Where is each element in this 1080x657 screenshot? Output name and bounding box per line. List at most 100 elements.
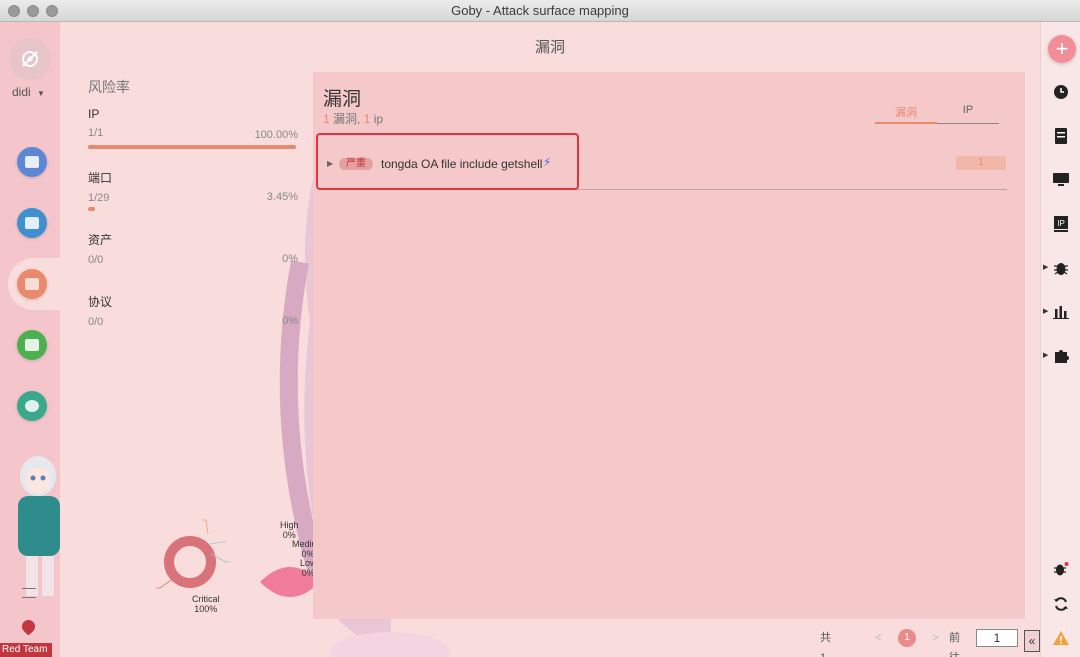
username: didi [12,85,31,99]
refresh-button[interactable] [1049,594,1073,614]
puzzle-icon [25,400,39,412]
document-button[interactable] [1049,126,1073,146]
red-team-badge: Red Team [0,643,52,657]
critical-leader-line [156,577,175,589]
ip-icon: IP [1054,216,1068,232]
vulnerabilities-icon [25,278,39,290]
risk-item-count: 0/0 [88,254,104,266]
vulnerability-panel: 漏洞 1 漏洞, 1 ip 漏洞 IP ▶ 严重 tongda OA file … [313,72,1025,619]
vulnerability-row[interactable]: ▶ 严重 tongda OA file include getshell ⚡ 1 [323,150,1007,190]
page-number-button[interactable]: 1 [898,629,916,647]
risk-item-protocol: 协议 0/0 0% [88,293,298,339]
affected-count: 1 [956,156,1006,170]
tab-ip[interactable]: IP [937,104,999,124]
panel-summary: 1 漏洞, 1 ip [323,110,383,127]
panel-tabs: 漏洞 IP [875,104,999,124]
ip-button[interactable]: IP [1049,214,1073,234]
nav-assets-button[interactable] [17,208,47,238]
stats-button[interactable] [1049,302,1073,322]
high-leader-line [202,519,209,535]
svg-text:IP: IP [1057,219,1065,228]
refresh-icon [1054,597,1068,611]
exploit-bolt-icon[interactable]: ⚡ [543,155,551,169]
clock-icon [1054,85,1068,99]
risk-item-pct: 0% [282,315,298,327]
risk-item-name: 资产 [88,233,113,247]
document-icon [1055,128,1067,144]
prev-page-button[interactable]: < [875,628,881,648]
critical-label: Critical [192,594,220,604]
risk-progress-bar [88,145,296,149]
heart-icon [19,617,38,636]
vuln-count: 1 [323,112,330,126]
minimize-window-button[interactable] [27,5,39,17]
medium-leader-line [209,541,226,545]
close-window-button[interactable] [8,5,20,17]
next-page-button[interactable]: > [932,628,938,648]
expand-arrow-icon[interactable]: ▶ [327,159,333,168]
warning-icon [1053,631,1069,645]
assets-icon [25,217,39,229]
risk-item-ip: IP 1/1 100.00% [88,107,298,153]
collapse-panel-button[interactable]: « [1024,630,1040,652]
risk-progress-bar [88,207,96,211]
risk-item-name: 端口 [88,171,113,185]
nav-vulnerabilities-button[interactable] [17,269,47,299]
donut-label-high: High 0% [280,520,299,540]
warning-button[interactable] [1049,628,1073,648]
expand-arrow-icon: ▶ [1043,352,1049,359]
risk-item-pct: 3.45% [266,191,298,203]
expand-arrow-icon: ▶ [1043,308,1049,315]
monitor-icon [1053,173,1069,186]
risk-item-name: IP [88,107,100,121]
severity-donut-chart: High 0% Medium 0% Low 0% Critical 100% [120,490,324,620]
left-sidebar: didi ▼ Red Team [0,22,64,657]
main-content: 漏洞 风险率 IP 1/1 100.00% 端口 1/29 3.45% 资产 0… [60,22,1040,657]
vuln-count-label: 漏洞, [329,112,364,126]
window-title: Goby - Attack surface mapping [451,3,629,18]
chevron-down-icon: ▼ [37,89,45,98]
nav-reports-button[interactable] [17,330,47,360]
tab-vulnerabilities[interactable]: 漏洞 [875,104,937,124]
history-button[interactable] [1049,82,1073,102]
goto-page-input[interactable]: 1 [976,629,1018,647]
monitor-button[interactable] [1049,170,1073,190]
goby-logo-icon [22,51,38,67]
panel-title: 漏洞 [323,89,362,110]
menu-icon[interactable] [22,588,36,598]
expand-arrow-icon: ▶ [1043,264,1049,271]
right-toolbar: + IP ▶ ▶ ▶ [1040,22,1080,657]
bug-alert-icon [1054,562,1069,576]
title-bar: Goby - Attack surface mapping [0,0,1080,22]
risk-item-asset: 资产 0/0 0% [88,231,298,277]
bar-chart-icon [1053,306,1069,319]
risk-rate-title: 风险率 [88,79,130,95]
goby-logo[interactable] [9,38,51,80]
goto-label: 前往 [949,632,960,657]
risk-rate-section: 风险率 IP 1/1 100.00% 端口 1/29 3.45% 资产 0/0 … [88,77,298,355]
puzzle-icon [1055,350,1069,363]
severity-badge: 严重 [339,158,373,170]
risk-item-pct: 0% [282,253,298,265]
risk-item-count: 0/0 [88,316,104,328]
add-scan-button[interactable]: + [1048,35,1076,63]
high-label: High [280,520,299,530]
pagination-total: 共 1 条 [820,632,831,657]
risk-item-pct: 100.00% [254,129,298,141]
donut-svg [156,519,230,589]
critical-pct: 100% [194,604,218,614]
extensions-button[interactable] [1049,346,1073,366]
chart-icon [25,339,39,351]
scan-icon [25,156,39,168]
page-title: 漏洞 [534,39,565,56]
donut-label-critical: Critical 100% [192,594,220,614]
bug-icon [1054,263,1068,275]
nav-scan-button[interactable] [17,147,47,177]
zoom-window-button[interactable] [46,5,58,17]
risk-item-port: 端口 1/29 3.45% [88,169,298,215]
vulnerability-name[interactable]: tongda OA file include getshell [381,157,542,171]
debug-button[interactable] [1049,559,1073,579]
user-menu[interactable]: didi ▼ [12,85,45,99]
bug-button[interactable] [1049,258,1073,278]
nav-plugins-button[interactable] [17,391,47,421]
